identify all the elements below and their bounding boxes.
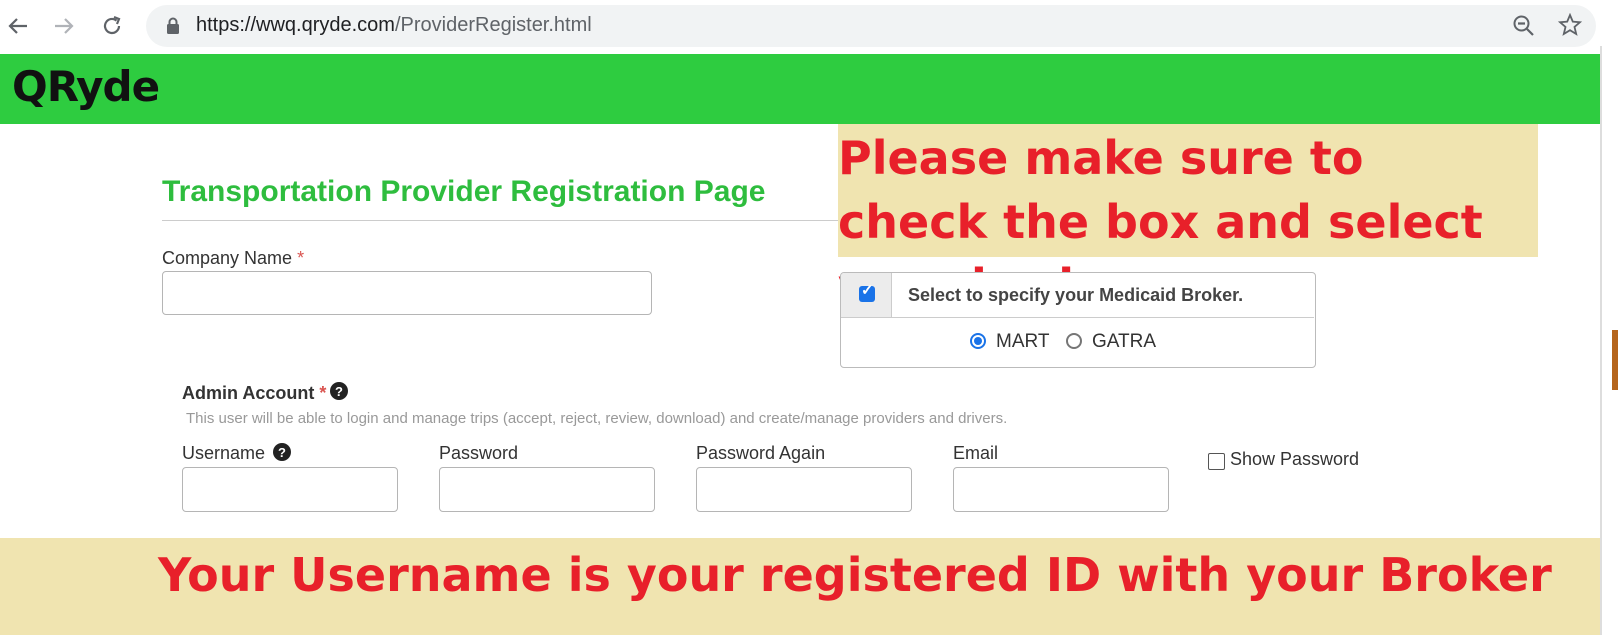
company-name-label-text: Company Name xyxy=(162,248,293,268)
password-again-label: Password Again xyxy=(696,443,826,463)
callout-bottom-text: Your Username is your registered ID with… xyxy=(158,548,1552,602)
broker-checkbox-label: Select to specify your Medicaid Broker. xyxy=(908,285,1244,305)
radio-mart-label[interactable]: MART xyxy=(996,331,1049,353)
help-icon[interactable]: ? xyxy=(330,382,348,400)
forward-button[interactable] xyxy=(48,10,80,42)
window-edge-accent xyxy=(1612,330,1618,390)
email-label: Email xyxy=(953,443,999,463)
page-title: Transportation Provider Registration Pag… xyxy=(162,175,766,208)
password-input[interactable] xyxy=(439,467,655,512)
company-name-input[interactable] xyxy=(162,271,652,315)
back-button[interactable] xyxy=(2,10,34,42)
url-host: https://wwq.qryde.com xyxy=(196,14,395,36)
password-again-input[interactable] xyxy=(696,467,912,512)
radio-selected-dot xyxy=(974,337,982,345)
forward-arrow-icon xyxy=(55,18,74,34)
required-mark: * xyxy=(319,383,327,403)
checkmark-icon: ✓ xyxy=(861,282,874,299)
company-name-label: Company Name * xyxy=(162,248,304,269)
admin-account-title: Admin Account xyxy=(182,383,315,403)
url-text[interactable]: https://wwq.qryde.com/ProviderRegister.h… xyxy=(196,14,592,37)
required-mark: * xyxy=(297,248,305,268)
admin-account-description: This user will be able to login and mana… xyxy=(186,410,1008,427)
username-label: Username xyxy=(182,443,266,463)
username-input[interactable] xyxy=(182,467,398,512)
admin-account-heading: Admin Account * xyxy=(182,383,326,404)
title-divider xyxy=(162,220,842,221)
password-label: Password xyxy=(439,443,519,463)
radio-gatra-label[interactable]: GATRA xyxy=(1092,331,1156,353)
star-icon[interactable] xyxy=(1557,12,1583,42)
zoom-out-icon[interactable] xyxy=(1512,14,1536,43)
email-input[interactable] xyxy=(953,467,1169,512)
show-password-checkbox[interactable] xyxy=(1208,453,1225,470)
help-icon[interactable]: ? xyxy=(273,443,291,461)
show-password-label[interactable]: Show Password xyxy=(1230,449,1359,470)
reload-button[interactable] xyxy=(96,10,128,42)
brand-logo[interactable]: QRyde xyxy=(12,62,160,111)
lock-icon xyxy=(166,17,180,40)
reload-icon xyxy=(103,15,121,35)
back-arrow-icon xyxy=(8,18,27,34)
radio-gatra[interactable] xyxy=(1066,333,1082,349)
url-path: /ProviderRegister.html xyxy=(394,14,592,36)
app-header-bar xyxy=(0,54,1600,124)
